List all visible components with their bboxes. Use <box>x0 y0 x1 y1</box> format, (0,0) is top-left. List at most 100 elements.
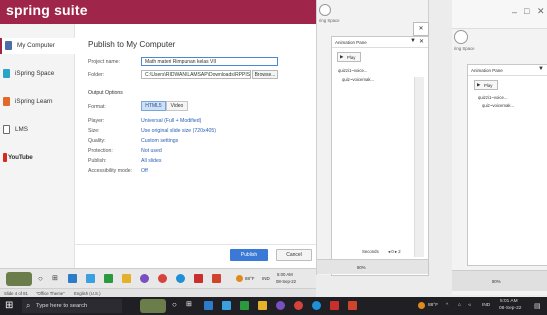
taskbar-app-icon[interactable] <box>312 301 321 310</box>
middle-play-label: Play <box>347 54 356 60</box>
app-badge-icon[interactable] <box>140 299 166 313</box>
cancel-button[interactable]: Cancel <box>276 249 312 261</box>
taskbar-app-icon[interactable] <box>258 301 267 310</box>
network-icon[interactable]: ⌂ <box>458 303 461 308</box>
format-html5-toggle[interactable]: HTML5 <box>141 101 166 111</box>
inner-clock-time: 5:00 AM <box>277 272 293 277</box>
tray-lang[interactable]: IND <box>482 303 490 308</box>
folder-label: Folder: <box>88 72 105 78</box>
middle-seconds-label: Seconds <box>362 249 379 254</box>
search-icon[interactable]: ○ <box>172 300 177 309</box>
accessibility-label: Accessibility mode: <box>88 168 133 174</box>
publish-scope-link[interactable]: All slides <box>141 158 161 164</box>
right-animation-pane: Animation Pane ▼ ▶ Play quizzi1~voice...… <box>467 64 547 277</box>
middle-scrollbar[interactable] <box>414 77 424 257</box>
accessibility-link[interactable]: Off <box>141 168 148 174</box>
quality-link[interactable]: Custom settings <box>141 138 178 144</box>
close-icon[interactable]: ✕ <box>537 6 545 17</box>
right-ribbon-label: ring Space <box>454 46 475 51</box>
clock-date[interactable]: 08-Sep-22 <box>499 306 521 311</box>
middle-anim-pane-title: Animation Pane <box>335 40 367 45</box>
volume-icon[interactable]: ◃ <box>468 303 470 308</box>
cloud-icon <box>3 69 10 78</box>
sidebar-item-lms[interactable]: LMS <box>0 122 74 138</box>
right-play-button[interactable]: ▶ Play <box>474 80 498 90</box>
right-anim-item[interactable]: quizzi1~voice... <box>478 95 508 100</box>
inner-tray-lang: IND <box>262 276 270 281</box>
taskbar-search-box[interactable]: ⌕ Type here to search <box>22 299 122 313</box>
right-anim-pane-dropdown-icon[interactable]: ▼ <box>538 66 544 72</box>
sidebar-item-ispring-space[interactable]: iSpring Space <box>0 66 74 82</box>
taskbar-app-icon[interactable] <box>158 274 167 283</box>
right-anim-pane-title: Animation Pane <box>471 68 503 73</box>
dialog-header: spring suite <box>0 0 316 24</box>
right-window-statusbar: 80% <box>452 270 547 291</box>
middle-anim-pane-close-icon[interactable]: ✕ <box>419 38 424 45</box>
task-view-icon[interactable]: ⊞ <box>52 274 58 282</box>
sidebar-item-youtube[interactable]: YouTube <box>0 150 74 166</box>
taskbar-app-icon[interactable] <box>68 274 77 283</box>
play-icon: ▶ <box>477 82 481 87</box>
taskbar-app-icon[interactable] <box>204 301 213 310</box>
format-video-toggle[interactable]: Video <box>166 101 188 111</box>
task-view-icon[interactable]: ⊞ <box>186 300 192 308</box>
share-icon[interactable] <box>454 30 468 44</box>
minimize-icon[interactable]: – <box>512 7 517 17</box>
size-link[interactable]: Use original slide size (720x405) <box>141 128 216 134</box>
publish-settings-panel: Publish to My Computer Project name: Mat… <box>74 24 316 268</box>
share-icon[interactable] <box>319 4 331 16</box>
sidebar-item-ispring-learn[interactable]: iSpring Learn <box>0 94 74 110</box>
player-label: Player: <box>88 118 105 124</box>
size-label: Size: <box>88 128 100 134</box>
taskbar-app-icon[interactable] <box>194 274 203 283</box>
browse-button[interactable]: Browse... <box>252 70 278 79</box>
taskbar-app-icon[interactable] <box>176 274 185 283</box>
notification-icon[interactable]: ▤ <box>534 302 541 310</box>
quality-label: Quality: <box>88 138 106 144</box>
middle-timeline-nav[interactable]: ◂ 0 ▸ 2 <box>388 249 401 255</box>
taskbar-app-icon[interactable] <box>86 274 95 283</box>
format-label: Format: <box>88 104 106 110</box>
taskbar-app-icon[interactable] <box>240 301 249 310</box>
windows-start-icon[interactable]: ⊞ <box>5 300 13 311</box>
middle-anim-pane-dropdown-icon[interactable]: ▼ <box>410 38 416 44</box>
dialog-title: Publish to My Computer <box>88 40 176 49</box>
sidebar-item-my-computer[interactable]: My Computer <box>0 38 76 54</box>
folder-input[interactable]: C:\Users\RIDWAN\LAMSAP\Downloads\RPPIS N… <box>141 70 251 79</box>
sidebar-item-label: iSpring Learn <box>15 98 53 105</box>
publish-button[interactable]: Publish <box>230 249 268 261</box>
taskbar-weather-text: 88°F <box>428 303 439 308</box>
inner-taskbar: ○ ⊞ 88°F IND 5:00 AM 08-Sep-22 <box>0 268 316 289</box>
player-link[interactable]: Universal (Full + Modified) <box>141 118 201 124</box>
app-badge-icon[interactable] <box>6 272 32 286</box>
taskbar-app-icon[interactable] <box>276 301 285 310</box>
taskbar-app-icon[interactable] <box>330 301 339 310</box>
sidebar-item-label: iSpring Space <box>15 70 55 77</box>
project-name-input[interactable]: Math materi Rimpunan kelas VII <box>141 57 278 66</box>
maximize-icon[interactable]: □ <box>524 6 529 16</box>
language-indicator[interactable]: English (U.S.) <box>74 291 101 296</box>
protection-link[interactable]: Not used <box>141 148 162 154</box>
clock-time[interactable]: 5:01 AM <box>500 299 518 304</box>
powerpoint-taskbar-icon[interactable] <box>212 274 221 283</box>
close-icon[interactable]: ✕ <box>413 22 429 36</box>
middle-anim-item[interactable]: quizzi1~voice... <box>338 68 368 73</box>
middle-play-button[interactable]: ▶ Play <box>337 52 361 62</box>
middle-ribbon-label: ring Space <box>319 18 340 23</box>
tray-chevron-icon[interactable]: ^ <box>446 303 448 308</box>
search-icon[interactable]: ○ <box>38 274 43 283</box>
slide-counter: Slide 4 of 81 <box>4 291 28 296</box>
taskbar-app-icon[interactable] <box>294 301 303 310</box>
taskbar-app-icon[interactable] <box>222 301 231 310</box>
powerpoint-window-middle: ring Space ✕ Animation Pane ▼ ✕ ▶ Play q… <box>316 0 429 276</box>
right-anim-item[interactable]: quiz~voicemak... <box>482 103 514 108</box>
powerpoint-taskbar-icon[interactable] <box>348 301 357 310</box>
middle-animation-pane: Animation Pane ▼ ✕ ▶ Play quizzi1~voice.… <box>331 36 429 276</box>
taskbar-app-icon[interactable] <box>104 274 113 283</box>
computer-icon <box>5 41 12 50</box>
taskbar-app-icon[interactable] <box>140 274 149 283</box>
weather-icon <box>236 275 243 282</box>
middle-anim-item[interactable]: quiz~voicemak... <box>342 77 374 82</box>
taskbar-app-icon[interactable] <box>122 274 131 283</box>
sidebar-item-label: My Computer <box>17 42 55 49</box>
